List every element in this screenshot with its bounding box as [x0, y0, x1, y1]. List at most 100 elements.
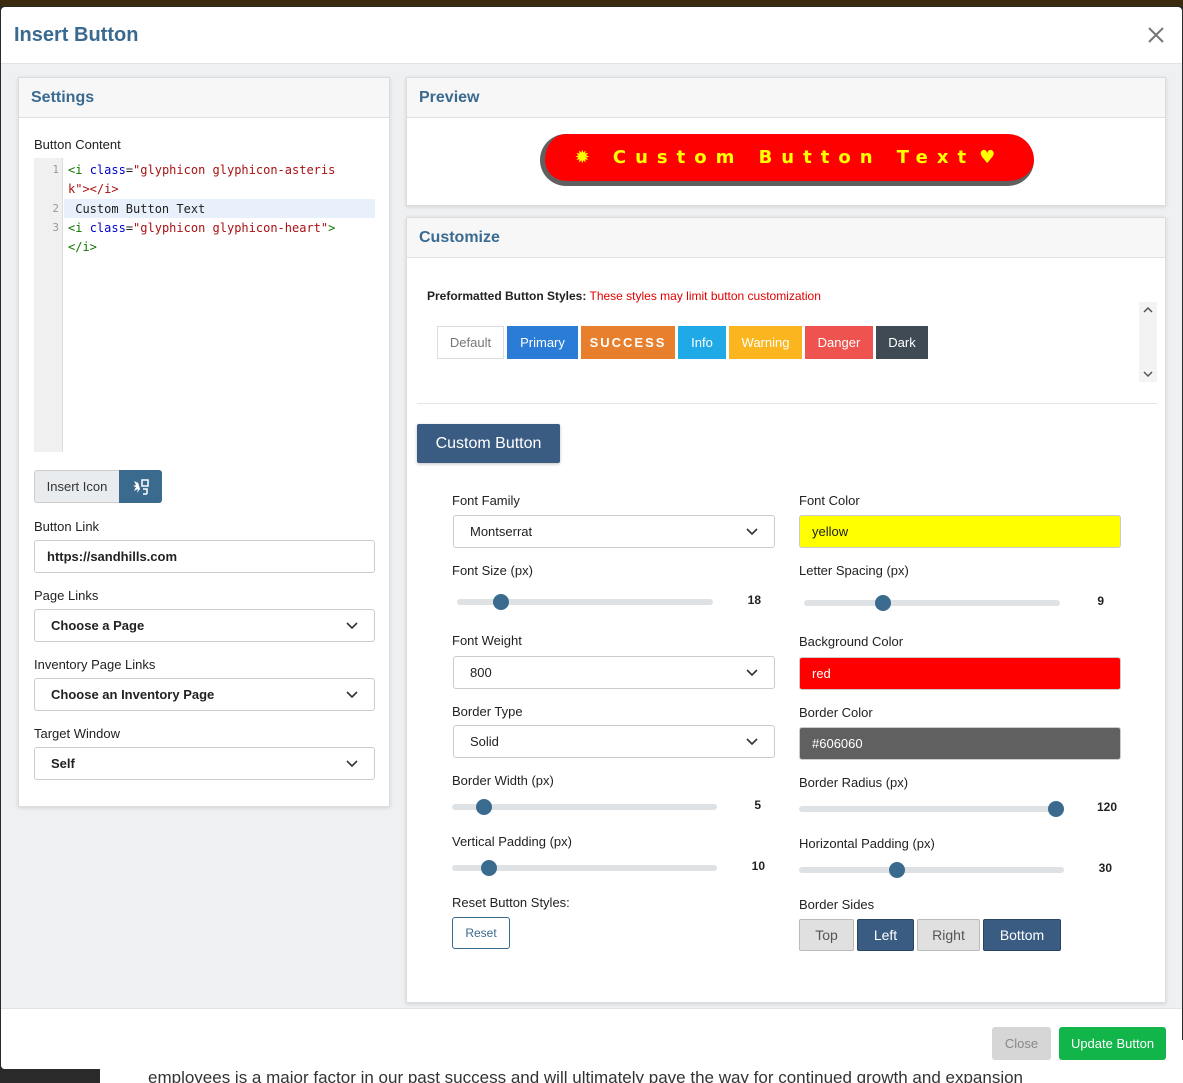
border-radius-slider-thumb[interactable] — [1048, 801, 1065, 817]
style-button-success[interactable]: SUCCESS — [581, 326, 675, 359]
preview-panel: Preview ✹ Custom Button Text ♥ — [406, 77, 1166, 206]
update-button[interactable]: Update Button — [1059, 1027, 1166, 1060]
style-button-info[interactable]: Info — [678, 326, 726, 359]
custom-button-tab[interactable]: Custom Button — [417, 424, 560, 463]
page-top-strip — [0, 0, 1183, 6]
background-page-text: employees is a major factor in our past … — [148, 1068, 1024, 1083]
chevron-down-icon — [746, 737, 758, 745]
close-button[interactable]: Close — [992, 1027, 1051, 1060]
icons-icon — [132, 478, 149, 495]
border-radius-slider[interactable] — [799, 806, 1064, 812]
page-links-label: Page Links — [34, 588, 99, 603]
code-line-wrap: </i> — [68, 240, 97, 254]
font-family-select[interactable]: Montserrat — [453, 515, 775, 548]
background-color-input[interactable]: red — [799, 657, 1121, 690]
font-size-slider-thumb[interactable] — [492, 594, 509, 610]
font-color-label: Font Color — [799, 493, 860, 508]
scroll-down-icon[interactable] — [1139, 368, 1157, 380]
font-weight-label: Font Weight — [452, 633, 522, 648]
border-width-slider-thumb[interactable] — [475, 799, 492, 815]
preformatted-styles-row: Preformatted Button Styles: These styles… — [427, 289, 821, 303]
scroll-up-icon[interactable] — [1139, 304, 1157, 316]
vertical-padding-value: 10 — [751, 859, 765, 873]
preformatted-label: Preformatted Button Styles: — [427, 289, 587, 303]
code-editor[interactable]: 1 2 3 <i class="glyphicon glyphicon-aste… — [34, 158, 375, 452]
style-button-warning[interactable]: Warning — [729, 326, 802, 359]
border-side-right-toggle[interactable]: Right — [917, 919, 980, 951]
border-radius-value: 120 — [1096, 800, 1117, 814]
page-links-value: Choose a Page — [51, 618, 145, 633]
inventory-links-value: Choose an Inventory Page — [51, 687, 215, 702]
border-side-bottom-toggle[interactable]: Bottom — [983, 919, 1061, 951]
font-family-label: Font Family — [452, 493, 520, 508]
asterisk-icon: ✹ — [574, 147, 599, 168]
customize-panel: Customize Preformatted Button Styles: Th… — [406, 217, 1166, 1003]
settings-panel: Settings Button Content 1 2 3 <i class="… — [18, 77, 390, 807]
border-type-value: Solid — [470, 734, 499, 749]
vertical-padding-label: Vertical Padding (px) — [452, 834, 572, 849]
font-weight-value: 800 — [470, 665, 492, 680]
border-sides-group: Top Left Right Bottom — [799, 919, 1061, 951]
heart-icon: ♥ — [979, 147, 1005, 168]
letter-spacing-slider[interactable] — [804, 600, 1060, 606]
border-side-top-toggle[interactable]: Top — [799, 919, 854, 951]
code-line: <i class="glyphicon glyphicon-asteris — [68, 163, 336, 177]
styles-scrollbar[interactable] — [1139, 302, 1157, 382]
style-button-primary[interactable]: Primary — [507, 326, 578, 359]
letter-spacing-label: Letter Spacing (px) — [799, 563, 909, 578]
horizontal-padding-slider[interactable] — [799, 867, 1064, 873]
border-sides-label: Border Sides — [799, 897, 875, 912]
horizontal-padding-value: 30 — [1098, 861, 1112, 875]
customize-title: Customize — [407, 218, 1165, 258]
close-icon[interactable] — [1144, 23, 1168, 47]
target-window-select[interactable]: Self — [34, 747, 375, 780]
border-type-select[interactable]: Solid — [453, 725, 775, 758]
page-links-select[interactable]: Choose a Page — [34, 609, 375, 642]
font-weight-select[interactable]: 800 — [453, 656, 775, 689]
divider — [417, 403, 1157, 404]
preformatted-warning: These styles may limit button customizat… — [589, 289, 821, 303]
inventory-links-select[interactable]: Choose an Inventory Page — [34, 678, 375, 711]
chevron-down-icon — [746, 668, 758, 676]
horizontal-padding-slider-thumb[interactable] — [889, 862, 906, 878]
reset-button[interactable]: Reset — [452, 917, 510, 949]
border-color-input[interactable]: #606060 — [799, 727, 1121, 760]
insert-icon-button[interactable]: Insert Icon — [34, 470, 120, 503]
chevron-down-icon — [746, 527, 758, 535]
code-line: Custom Button Text — [68, 202, 206, 216]
preview-button[interactable]: ✹ Custom Button Text ♥ — [540, 134, 1034, 186]
target-window-value: Self — [51, 756, 75, 771]
chevron-down-icon — [346, 759, 358, 767]
modal-footer: Close Update Button — [1, 1008, 1182, 1069]
border-radius-label: Border Radius (px) — [799, 775, 909, 790]
chevron-down-icon — [346, 621, 358, 629]
target-window-label: Target Window — [34, 726, 120, 741]
style-button-danger[interactable]: Danger — [805, 326, 873, 359]
font-color-input[interactable]: yellow — [799, 515, 1121, 548]
border-width-value: 5 — [754, 798, 761, 812]
preview-button-text: Custom Button Text — [612, 147, 976, 168]
border-type-label: Border Type — [452, 704, 523, 719]
style-button-dark[interactable]: Dark — [876, 326, 928, 359]
preview-title: Preview — [407, 78, 1165, 118]
preformatted-styles: Default Primary SUCCESS Info Warning Danger Da… — [437, 326, 928, 359]
settings-title: Settings — [19, 78, 389, 118]
modal-header: Insert Button — [1, 7, 1182, 64]
button-link-label: Button Link — [34, 519, 100, 534]
font-size-value: 18 — [747, 593, 761, 607]
letter-spacing-value: 9 — [1097, 594, 1104, 608]
line-number: 3 — [52, 221, 59, 234]
button-link-input[interactable]: https://sandhills.com — [34, 540, 375, 573]
code-line-wrap: k"></i> — [68, 182, 119, 196]
modal-title: Insert Button — [14, 24, 139, 46]
vertical-padding-slider-thumb[interactable] — [481, 860, 498, 876]
style-button-default[interactable]: Default — [437, 326, 504, 359]
border-side-left-toggle[interactable]: Left — [857, 919, 914, 951]
icon-picker-button[interactable] — [119, 470, 162, 503]
inventory-links-label: Inventory Page Links — [34, 657, 156, 672]
horizontal-padding-label: Horizontal Padding (px) — [799, 836, 935, 851]
font-family-value: Montserrat — [470, 524, 533, 539]
reset-label: Reset Button Styles: — [452, 895, 570, 910]
line-number: 1 — [52, 163, 59, 176]
letter-spacing-slider-thumb[interactable] — [875, 595, 892, 611]
